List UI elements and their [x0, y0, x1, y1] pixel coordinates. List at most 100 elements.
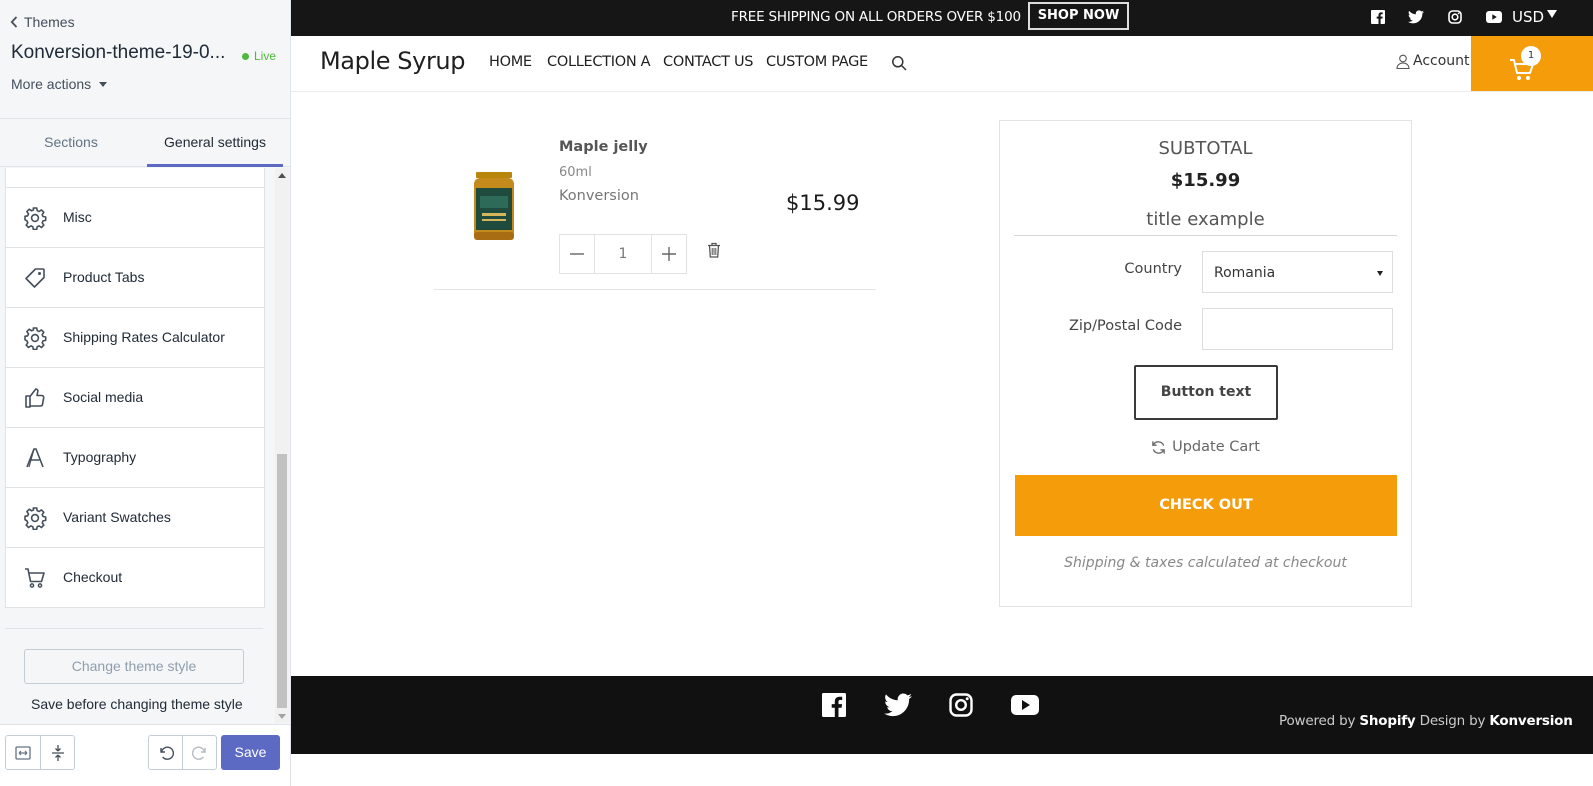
minus-icon: [570, 253, 585, 255]
settings-item-label: Variant Swatches: [63, 509, 171, 525]
shipping-calculator-title: title example: [1146, 209, 1265, 230]
powered-by-credit: Powered by Shopify Design by Konversion: [1279, 713, 1573, 729]
list-item-partial: [5, 168, 265, 188]
undo-button[interactable]: [148, 735, 183, 770]
live-status-dot: [242, 52, 249, 60]
settings-list-scroll-area: Misc Product Tabs Shipping Rates Calcula…: [0, 168, 290, 630]
settings-item-label: Shipping Rates Calculator: [63, 329, 225, 345]
currency-selector[interactable]: USD: [1512, 8, 1558, 26]
product-image[interactable]: [449, 170, 539, 248]
nav-custom-page[interactable]: CUSTOM PAGE: [766, 54, 868, 70]
theme-editor-sidebar: Themes Konversion-theme-19-0... Live Mor…: [0, 0, 291, 786]
redo-icon: [191, 746, 206, 760]
chevron-left-icon: [10, 16, 18, 28]
sidebar-divider: [5, 628, 263, 629]
product-title[interactable]: Maple jelly: [559, 139, 648, 155]
settings-item-label: Social media: [63, 389, 144, 405]
quantity-increase-button[interactable]: [652, 235, 686, 273]
scroll-down-arrow-icon[interactable]: [278, 714, 286, 719]
shop-now-button[interactable]: SHOP NOW: [1028, 2, 1129, 30]
expand-horizontal-icon: [15, 745, 31, 760]
more-actions-dropdown[interactable]: More actions: [11, 76, 108, 92]
fullscreen-toggle-button[interactable]: [40, 735, 75, 770]
product-price: $15.99: [786, 191, 860, 215]
calculate-shipping-button[interactable]: Button text: [1134, 365, 1278, 420]
subtotal-value: $15.99: [1170, 170, 1241, 191]
redo-button[interactable]: [182, 735, 217, 770]
twitter-icon[interactable]: [1408, 10, 1424, 24]
settings-item-misc[interactable]: Misc: [5, 188, 265, 248]
instagram-icon[interactable]: [1448, 10, 1462, 24]
desktop-view-button[interactable]: [5, 735, 41, 770]
checkout-button[interactable]: CHECK OUT: [1015, 475, 1397, 536]
nav-contact-us[interactable]: CONTACT US: [663, 54, 754, 70]
back-link-label: Themes: [24, 14, 75, 30]
update-cart-button[interactable]: Update Cart: [1000, 439, 1411, 455]
live-badge: Live: [242, 49, 276, 63]
store-logo[interactable]: Maple Syrup: [320, 47, 465, 75]
settings-item-variant-swatches[interactable]: Variant Swatches: [5, 488, 265, 548]
plus-icon: [661, 247, 676, 261]
settings-item-shipping-rates-calculator[interactable]: Shipping Rates Calculator: [5, 308, 265, 368]
powered-by-prefix: Powered by: [1279, 713, 1356, 729]
konversion-link[interactable]: Konversion: [1489, 713, 1572, 729]
settings-item-checkout[interactable]: Checkout: [5, 548, 265, 608]
caret-down-icon: [1377, 271, 1383, 276]
youtube-icon[interactable]: [1486, 10, 1502, 24]
tab-sections[interactable]: Sections: [0, 119, 142, 167]
shopify-link[interactable]: Shopify: [1359, 713, 1415, 729]
zip-code-input[interactable]: [1202, 308, 1393, 350]
country-select[interactable]: Romania: [1202, 251, 1393, 293]
cart-icon: [25, 568, 45, 588]
settings-item-product-tabs[interactable]: Product Tabs: [5, 248, 265, 308]
trash-icon[interactable]: [707, 242, 721, 258]
instagram-icon[interactable]: [949, 693, 973, 717]
nav-home[interactable]: HOME: [489, 54, 532, 70]
settings-item-social-media[interactable]: Social media: [5, 368, 265, 428]
save-button[interactable]: Save: [221, 735, 280, 770]
account-label: Account: [1413, 53, 1470, 69]
more-actions-label: More actions: [11, 76, 92, 92]
settings-item-typography[interactable]: Typography: [5, 428, 265, 488]
nav-collection-a[interactable]: COLLECTION A: [547, 54, 651, 70]
product-variant: 60ml: [559, 165, 592, 180]
search-icon[interactable]: [891, 55, 907, 71]
editor-tabs: Sections General settings: [0, 118, 290, 167]
live-label: Live: [254, 49, 277, 63]
scroll-up-arrow-icon[interactable]: [278, 173, 286, 178]
back-to-themes-link[interactable]: Themes: [10, 14, 75, 30]
cart-summary-panel: SUBTOTAL $15.99 title example Country Ro…: [999, 120, 1412, 607]
settings-item-label: Product Tabs: [63, 269, 145, 285]
account-link[interactable]: Account: [1396, 53, 1470, 69]
product-vendor: Konversion: [559, 188, 639, 204]
gear-icon: [24, 507, 47, 530]
change-theme-style-button[interactable]: Change theme style: [24, 649, 244, 684]
sidebar-scrollbar[interactable]: [275, 168, 289, 723]
save-note: Save before changing theme style: [31, 696, 243, 712]
announcement-bar: FREE SHIPPING ON ALL ORDERS OVER $100 SH…: [291, 0, 1593, 36]
facebook-icon[interactable]: [1371, 10, 1385, 24]
quantity-stepper: 1: [559, 234, 687, 274]
country-label: Country: [1124, 261, 1182, 277]
youtube-icon[interactable]: [1011, 693, 1039, 717]
typography-icon: [26, 448, 44, 468]
tab-general-settings[interactable]: General settings: [147, 119, 283, 167]
caret-down-icon: [99, 81, 108, 87]
refresh-icon: [1152, 440, 1165, 454]
tag-icon: [25, 268, 45, 288]
facebook-icon[interactable]: [822, 693, 846, 717]
user-icon: [1396, 54, 1410, 69]
site-header: Maple Syrup HOME COLLECTION A CONTACT US…: [291, 36, 1593, 92]
gear-icon: [24, 327, 47, 350]
quantity-decrease-button[interactable]: [560, 235, 594, 273]
settings-item-label: Checkout: [63, 569, 123, 585]
quantity-input[interactable]: 1: [594, 235, 652, 273]
thumbs-up-icon: [25, 388, 45, 408]
country-value: Romania: [1214, 265, 1276, 281]
cart-button[interactable]: 1: [1471, 36, 1593, 91]
store-preview: FREE SHIPPING ON ALL ORDERS OVER $100 SH…: [291, 0, 1593, 786]
caret-down-icon: [1547, 10, 1558, 18]
zip-label: Zip/Postal Code: [1068, 318, 1182, 334]
scrollbar-thumb[interactable]: [277, 454, 287, 708]
twitter-icon[interactable]: [884, 693, 912, 717]
